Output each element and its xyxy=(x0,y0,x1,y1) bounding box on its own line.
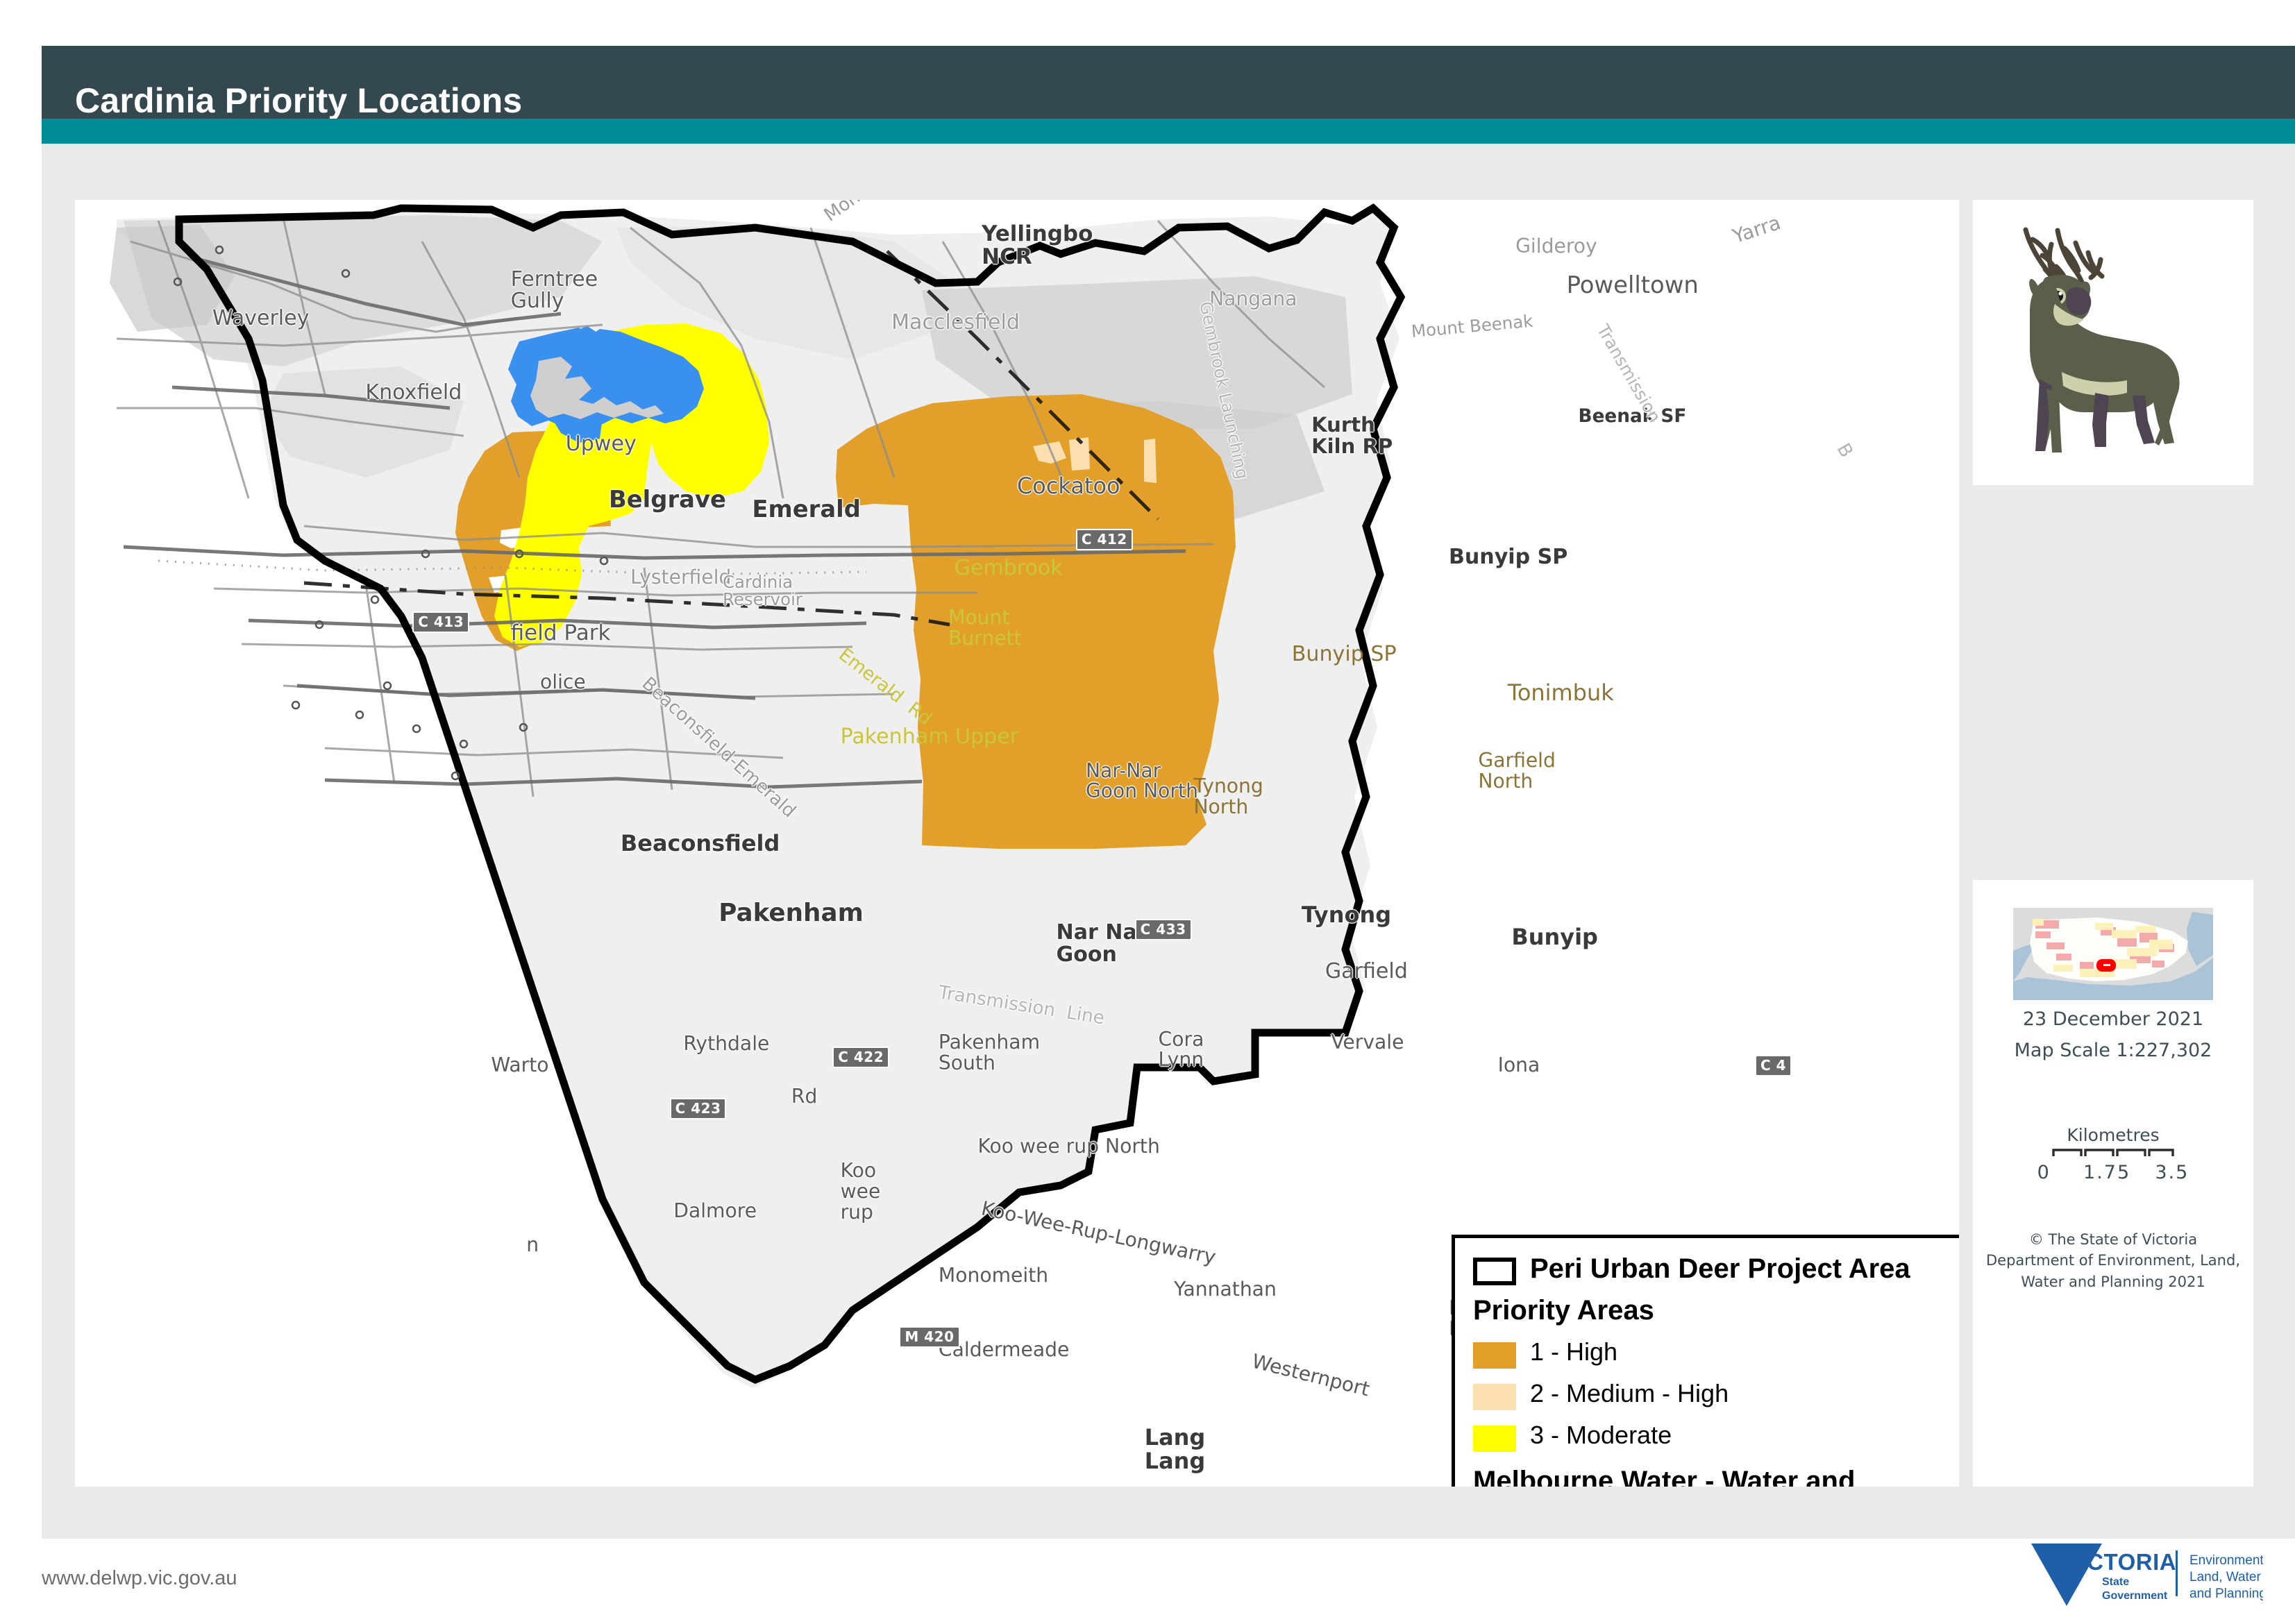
deer-icon xyxy=(2023,227,2180,452)
deer-illustration-panel xyxy=(1973,200,2253,485)
project-area-swatch-icon xyxy=(1473,1258,1516,1285)
copyright-line-3: Water and Planning 2021 xyxy=(2021,1273,2205,1290)
svg-text:Government: Government xyxy=(2102,1590,2168,1602)
route-shield-badge: M 420 xyxy=(899,1326,960,1348)
legend-project-area-label: Peri Urban Deer Project Area xyxy=(1530,1253,1910,1284)
legend-project-area-row: Peri Urban Deer Project Area xyxy=(1473,1253,1959,1285)
scale-tick-2: 3.5 xyxy=(2155,1162,2189,1183)
legend-priority-2-label: 2 - Medium - High xyxy=(1530,1379,1729,1407)
legend-priority-3-label: 3 - Moderate xyxy=(1530,1421,1672,1449)
legend-melbourne-water-heading: Melbourne Water - Water and Biodiversity… xyxy=(1473,1466,1856,1487)
svg-text:and Planning: and Planning xyxy=(2189,1587,2263,1601)
priority-1-swatch-icon xyxy=(1473,1342,1516,1369)
copyright-line-1: © The State of Victoria xyxy=(2028,1231,2198,1248)
copyright-block: © The State of Victoria Department of En… xyxy=(1973,1229,2253,1292)
locator-map xyxy=(2013,908,2213,1000)
website-url[interactable]: www.delwp.vic.gov.au xyxy=(42,1567,237,1590)
scale-bar-ticks: 0 1.75 3.5 xyxy=(1973,1162,2253,1183)
map-legend: Peri Urban Deer Project Area Priority Ar… xyxy=(1452,1235,1959,1487)
svg-text:Land, Water: Land, Water xyxy=(2189,1570,2261,1584)
legend-priority-heading: Priority Areas xyxy=(1473,1295,1654,1326)
legend-priority-3-row: 3 - Moderate xyxy=(1473,1421,1959,1452)
scale-bar-graphic xyxy=(2052,1149,2174,1156)
victoria-government-logo: VICTORIA State Government Environment, L… xyxy=(2027,1539,2267,1606)
route-shield-badge: C 4 xyxy=(1754,1054,1792,1076)
scale-tick-0: 0 xyxy=(2037,1162,2051,1183)
victoria-locator-icon xyxy=(2013,908,2213,1000)
map-panel[interactable]: Waverley Ferntree Gully Knoxfield Upwey Belg… xyxy=(75,200,1959,1487)
map-scale: Map Scale 1:227,302 xyxy=(2014,1040,2212,1061)
route-shield-badge: C 413 xyxy=(412,611,470,634)
map-date: 23 December 2021 xyxy=(2022,1008,2204,1030)
route-shield-badge: C 412 xyxy=(1075,528,1133,550)
priority-3-swatch-icon xyxy=(1473,1426,1516,1452)
scale-bar-title: Kilometres xyxy=(2067,1125,2160,1145)
svg-text:Environment,: Environment, xyxy=(2189,1553,2263,1568)
route-shield-badge: C 422 xyxy=(832,1046,890,1068)
header-accent-band xyxy=(42,119,2295,144)
route-shield-badge: C 423 xyxy=(669,1097,727,1119)
route-shield-badge: C 433 xyxy=(1134,919,1192,941)
legend-priority-1-row: 1 - High xyxy=(1473,1337,1959,1369)
legend-priority-2-row: 2 - Medium - High xyxy=(1473,1379,1959,1410)
scale-bar: Kilometres 0 1.75 3.5 xyxy=(1973,1125,2253,1183)
svg-text:State: State xyxy=(2102,1576,2129,1588)
legend-priority-1-label: 1 - High xyxy=(1530,1337,1618,1366)
page-title: Cardinia Priority Locations xyxy=(75,81,523,120)
svg-text:VICTORIA: VICTORIA xyxy=(2065,1549,2176,1575)
copyright-line-2: Department of Environment, Land, xyxy=(1986,1252,2240,1269)
map-info-panel: 23 December 2021 Map Scale 1:227,302 Kil… xyxy=(1973,880,2253,1487)
priority-2-swatch-icon xyxy=(1473,1384,1516,1410)
scale-tick-1: 1.75 xyxy=(2083,1162,2131,1183)
